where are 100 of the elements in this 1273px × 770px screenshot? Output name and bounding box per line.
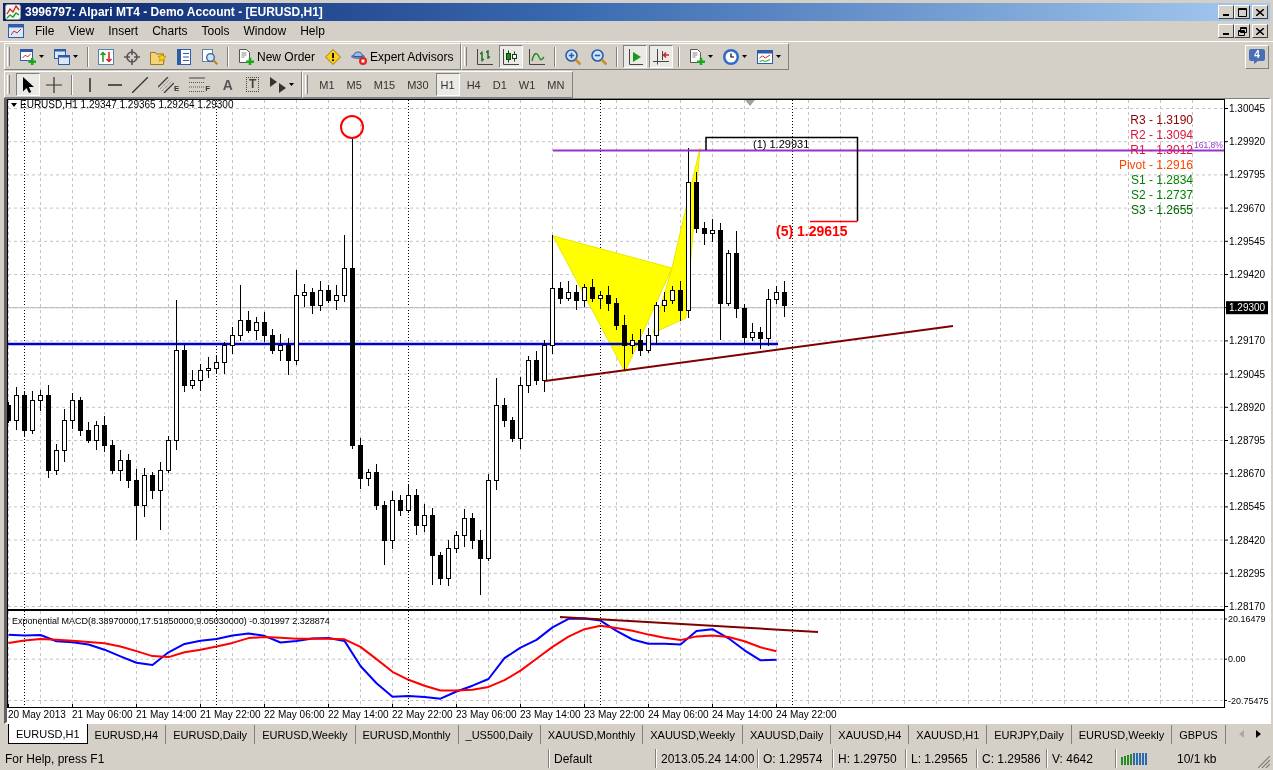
menu-item[interactable]: Insert bbox=[101, 22, 146, 40]
time-axis-label: 21 May 06:00 bbox=[72, 709, 133, 720]
chart-window-icon[interactable] bbox=[8, 23, 24, 39]
shift-marker-icon[interactable] bbox=[745, 100, 755, 106]
timeframe-button[interactable]: MN bbox=[542, 73, 570, 96]
chart-tab[interactable]: GBPUS bbox=[1172, 725, 1226, 744]
timeframe-button[interactable]: H1 bbox=[435, 73, 460, 96]
chart-shift-button[interactable] bbox=[649, 45, 674, 68]
dotted-lines-icon bbox=[189, 76, 206, 93]
chart-tab[interactable]: XAUUSD,Daily bbox=[743, 725, 832, 744]
price-axis-label: 1.29795 bbox=[1229, 169, 1266, 181]
timeframe-button[interactable]: H4 bbox=[461, 73, 486, 96]
list-panel-icon bbox=[176, 48, 192, 65]
timeframe-button[interactable]: M5 bbox=[341, 73, 367, 96]
hat-stop-icon bbox=[351, 48, 367, 65]
indicator-axis-label: -20.75475 bbox=[1228, 695, 1269, 706]
menu-item[interactable]: Window bbox=[236, 22, 294, 40]
status-text: For Help, press F1 bbox=[4, 751, 106, 766]
pivot-level-label: Pivot - 1.2916 bbox=[1118, 157, 1193, 172]
price-axis-label: 1.29920 bbox=[1229, 136, 1266, 148]
timeframe-button[interactable]: W1 bbox=[513, 73, 541, 96]
chart-tab[interactable]: EURUSD,Weekly bbox=[1071, 725, 1173, 744]
connection-bars-icon bbox=[1121, 752, 1147, 765]
minimize-button[interactable] bbox=[1218, 5, 1234, 19]
cursor-tool-button[interactable] bbox=[16, 73, 40, 96]
parallel-lines-icon bbox=[158, 76, 174, 93]
price-axis-label: 1.29300 bbox=[1226, 301, 1268, 315]
maximize-button[interactable] bbox=[1234, 5, 1250, 19]
restore-button[interactable] bbox=[1234, 24, 1250, 38]
chart-tab[interactable]: XAUUSD,Weekly bbox=[643, 725, 743, 744]
bar-time: 2013.05.24 14:00 bbox=[661, 751, 755, 766]
text-label-tool-button[interactable]: T bbox=[241, 73, 265, 96]
pivot-level-label: S1 - 1.2834 bbox=[1130, 172, 1193, 187]
volume-label: V: 4642 bbox=[1052, 751, 1093, 766]
timeframe-button[interactable]: D1 bbox=[487, 73, 512, 96]
menu-item[interactable]: File bbox=[28, 22, 62, 40]
menu-item[interactable]: Help bbox=[293, 22, 332, 40]
fibonacci-tool-button[interactable]: F bbox=[185, 73, 215, 96]
close-icon bbox=[1256, 8, 1264, 16]
chart-tab[interactable]: EURJPY,Daily bbox=[987, 725, 1072, 744]
magnifier-document-icon bbox=[202, 48, 218, 65]
chart-tab[interactable]: EURUSD,Weekly bbox=[255, 725, 356, 744]
time-axis-label: 23 May 06:00 bbox=[456, 709, 517, 720]
chart-panel-icon bbox=[757, 48, 774, 65]
chart-tab[interactable]: XAUUSD,H4 bbox=[831, 725, 910, 744]
menu-item[interactable]: Tools bbox=[194, 22, 237, 40]
low-price: L: 1.29565 bbox=[911, 751, 968, 766]
timeframe-button[interactable]: M30 bbox=[402, 73, 434, 96]
restore-icon bbox=[1237, 26, 1247, 36]
zoom-out-icon bbox=[591, 48, 608, 65]
chart-tab[interactable]: EURUSD,Daily bbox=[166, 725, 256, 744]
chart-tab[interactable]: XAUUSD,H1 bbox=[909, 725, 988, 744]
chart-tab[interactable]: EURUSD,Monthly bbox=[355, 725, 459, 744]
symbol-info: EURUSD,H1 1.29347 1.29365 1.29264 1.29300 bbox=[20, 99, 234, 110]
document-plus-icon bbox=[238, 48, 254, 65]
close-button[interactable] bbox=[1252, 5, 1268, 19]
price-axis-label: 1.28920 bbox=[1229, 401, 1266, 413]
text-tool-button[interactable]: A bbox=[216, 73, 240, 96]
close-button[interactable] bbox=[1252, 24, 1268, 38]
menu-item[interactable]: View bbox=[61, 22, 102, 40]
horizontal-line-icon bbox=[107, 83, 122, 86]
time-axis-label: 21 May 14:00 bbox=[136, 709, 197, 720]
diagonal-line-icon bbox=[132, 76, 148, 93]
vertical-line-icon bbox=[88, 77, 91, 92]
time-axis-label: 23 May 22:00 bbox=[584, 709, 645, 720]
scroll-arrow-icon bbox=[627, 48, 644, 65]
timeframe-button[interactable]: M15 bbox=[368, 73, 401, 96]
close-icon bbox=[1256, 27, 1264, 35]
pivot-level-label: S2 - 1.2737 bbox=[1130, 187, 1193, 202]
time-axis-label: 23 May 14:00 bbox=[520, 709, 581, 720]
chart-tab[interactable]: XAUUSD,Monthly bbox=[540, 725, 644, 744]
pivot-level-label: S3 - 1.2655 bbox=[1130, 202, 1193, 217]
arrows-icon bbox=[270, 76, 287, 93]
picture-trend-line[interactable] bbox=[559, 616, 819, 633]
menu-item[interactable]: Charts bbox=[145, 22, 195, 40]
notifications-button[interactable]: 4 bbox=[1245, 44, 1269, 69]
timeframe-button[interactable]: M1 bbox=[314, 73, 340, 96]
candlestick-chart-button[interactable] bbox=[499, 45, 524, 68]
chart-tab[interactable]: EURUSD,H1 bbox=[8, 724, 88, 744]
bar-chart-icon bbox=[477, 48, 494, 65]
auto-scroll-button[interactable] bbox=[623, 45, 648, 68]
shift-arrow-icon bbox=[653, 48, 670, 65]
chart-tab[interactable]: _US500,Daily bbox=[458, 725, 541, 744]
expert-advisors-button[interactable]: Expert Advisors bbox=[347, 45, 458, 68]
price-axis-label: 1.28795 bbox=[1229, 435, 1266, 446]
new-order-button[interactable]: New Order bbox=[234, 45, 319, 68]
app-icon bbox=[5, 4, 21, 20]
circle-marker[interactable] bbox=[340, 115, 364, 139]
channel-tool-button[interactable]: E bbox=[154, 73, 184, 96]
crosshair-icon bbox=[46, 76, 62, 93]
close-price: C: 1.29586 bbox=[982, 751, 1041, 766]
document-plus-icon bbox=[689, 48, 706, 65]
maximize-icon bbox=[1237, 7, 1247, 17]
chart-tab[interactable]: EURUSD,H4 bbox=[87, 725, 167, 744]
resize-grip-icon[interactable] bbox=[1258, 756, 1270, 768]
minimize-button[interactable] bbox=[1218, 24, 1234, 38]
time-axis-label: 24 May 14:00 bbox=[712, 709, 773, 720]
high-price: H: 1.29750 bbox=[838, 751, 897, 766]
cursor-icon bbox=[20, 76, 36, 93]
price-axis-label: 1.29170 bbox=[1229, 335, 1266, 347]
